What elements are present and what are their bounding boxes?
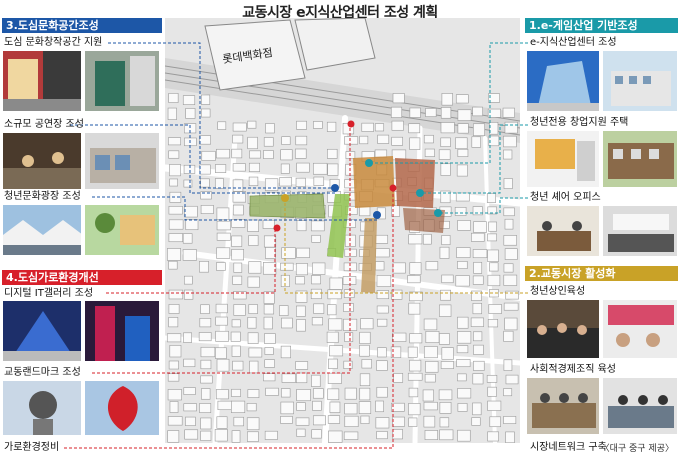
- photo-it-gallery-2: [84, 300, 160, 362]
- section-2-item-3: 시장네트워크 구축: [530, 442, 607, 453]
- photo-landmark-2: [84, 380, 160, 436]
- photo-young-merchants-2: [602, 299, 678, 359]
- section-2-header: 2.교동시장 활성화: [525, 266, 678, 281]
- photo-small-stage-2: [84, 132, 160, 190]
- photo-small-stage: [2, 132, 82, 190]
- photo-share-office: [526, 205, 600, 257]
- section-2-item-2: 사회적경제조직 육성: [530, 364, 616, 375]
- section-3-item-3: 청년문화광장 조성: [4, 191, 81, 202]
- photo-culture-space: [2, 50, 82, 112]
- photo-landmark: [2, 380, 82, 436]
- section-1-item-2: 청년전용 창업지원 주택: [530, 117, 629, 128]
- section-3-item-2: 소규모 공연장 조성: [4, 119, 84, 130]
- section-4-item-1: 디지털 IT갤러리 조성: [4, 288, 94, 299]
- section-1-header: 1.e-게임산업 기반조성: [525, 18, 678, 33]
- photo-social-economy: [526, 377, 600, 435]
- section-1-item-3: 청년 셰어 오피스: [530, 192, 601, 203]
- section-3-item-1: 도심 문화창작공간 지원: [4, 37, 103, 48]
- section-4-item-3: 가로환경정비: [4, 442, 60, 453]
- section-3-header: 3.도심문화공간조성: [2, 18, 162, 33]
- photo-youth-plaza-2: [84, 204, 160, 256]
- photo-knowledge-center: [526, 50, 600, 112]
- section-4-header: 4.도심가로환경개선: [2, 270, 162, 285]
- photo-young-merchants: [526, 299, 600, 359]
- section-1-item-1: e-지식산업센터 조성: [530, 37, 617, 48]
- photo-youth-plaza: [2, 204, 82, 256]
- section-2-item-1: 청년상인육성: [530, 286, 586, 297]
- photo-social-economy-2: [602, 377, 678, 435]
- photo-share-office-2: [602, 205, 678, 257]
- section-4-item-2: 교동랜드마크 조성: [4, 367, 81, 378]
- photo-it-gallery: [2, 300, 82, 362]
- photo-knowledge-center-2: [602, 50, 678, 112]
- photo-startup-housing-2: [602, 130, 678, 188]
- photo-culture-space-2: [84, 50, 160, 112]
- image-credit: 〈대구 중구 제공〉: [600, 444, 674, 454]
- photo-startup-housing: [526, 130, 600, 188]
